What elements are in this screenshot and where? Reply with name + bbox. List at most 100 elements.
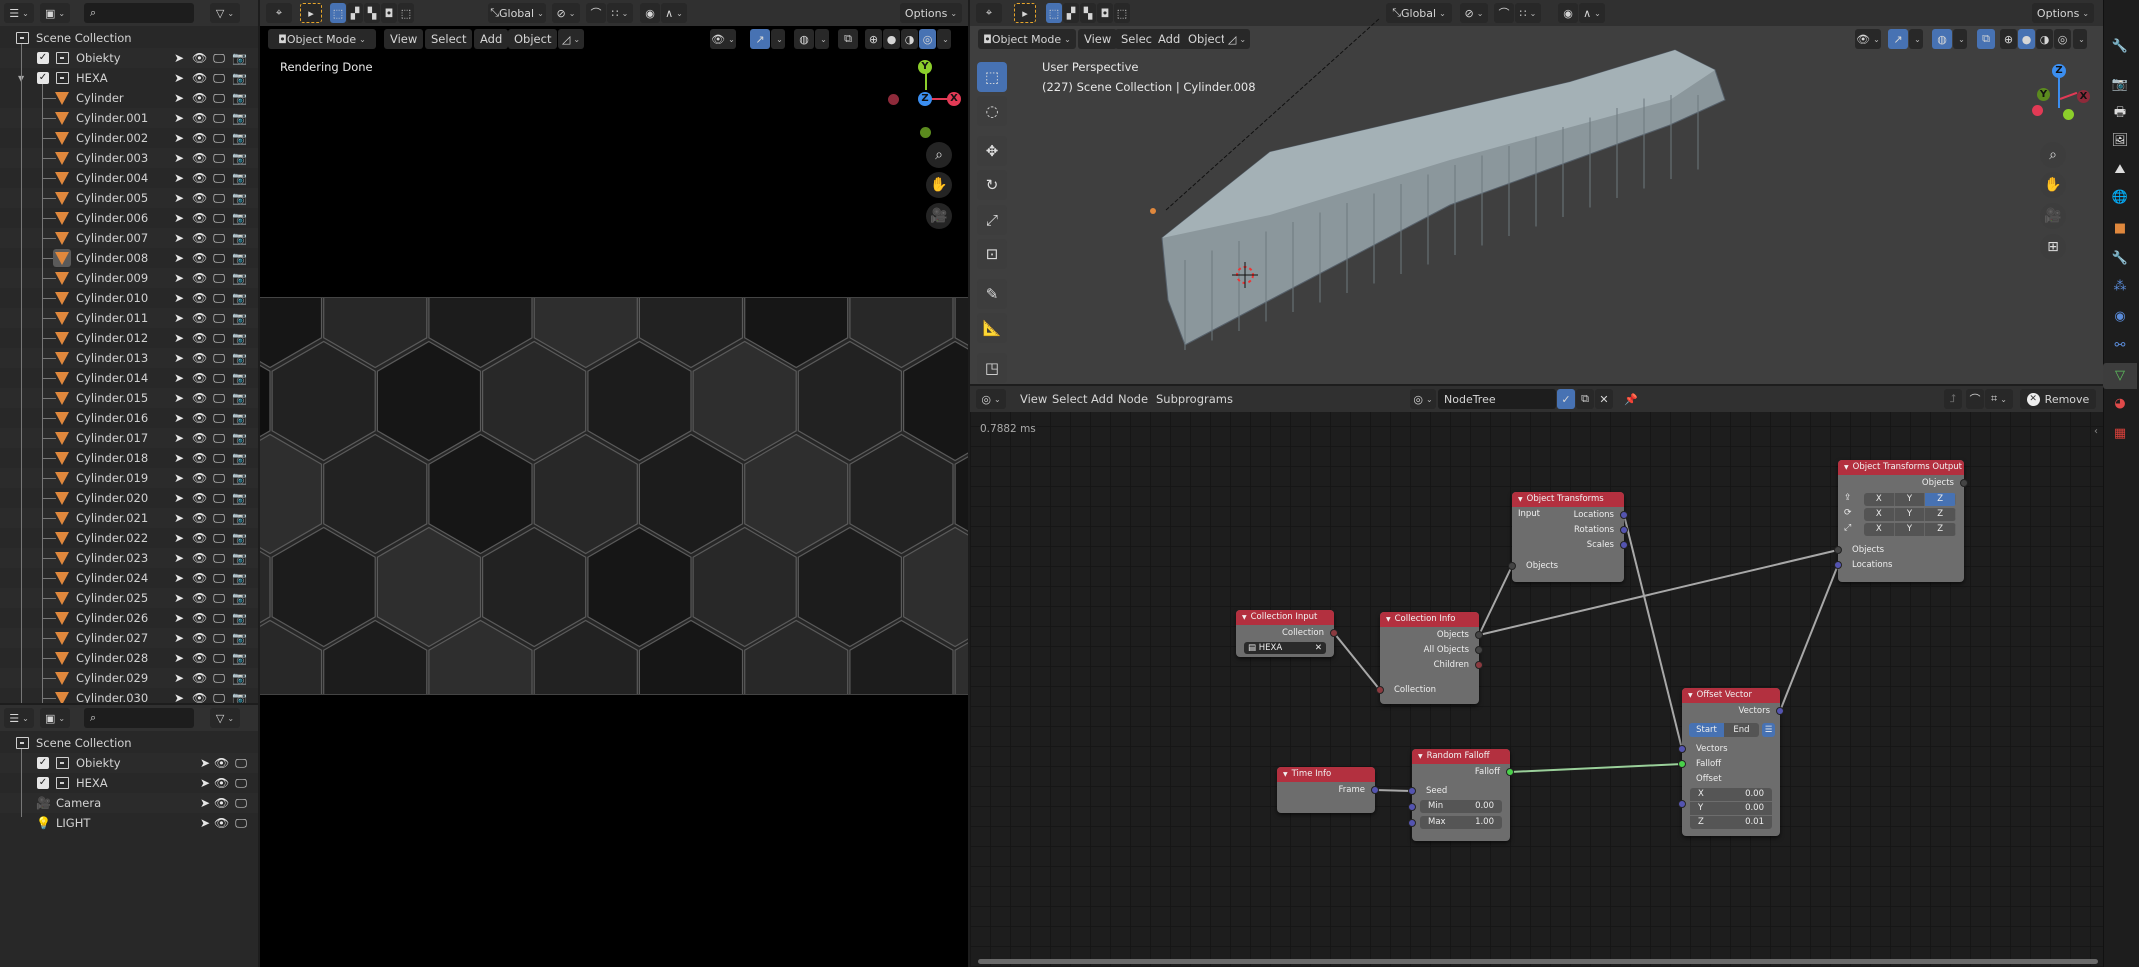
mode-toggle[interactable]: Start End xyxy=(1689,723,1759,737)
visibility-eye-icon[interactable]: 👁 xyxy=(192,211,207,225)
options-dropdown[interactable]: Options ⌄ xyxy=(900,3,962,23)
viewport-display-icon[interactable]: 🖵 xyxy=(212,231,226,246)
visibility-eye-icon[interactable]: 👁 xyxy=(192,351,207,365)
outliner-item-object[interactable]: Cylinder.018 ➤ 👁 🖵 📷 xyxy=(0,448,258,468)
outliner-item-object[interactable]: Cylinder.010 ➤ 👁 🖵 📷 xyxy=(0,288,258,308)
render-camera-icon[interactable]: 📷 xyxy=(232,151,247,165)
outliner-item-object[interactable]: Cylinder.023 ➤ 👁 🖵 📷 xyxy=(0,548,258,568)
selectable-icon[interactable]: ➤ xyxy=(172,151,186,165)
viewport-display-icon[interactable]: 🖵 xyxy=(212,291,226,306)
offset-z-field[interactable]: Z 0.01 xyxy=(1690,816,1772,829)
shading-material[interactable]: ◑ xyxy=(901,29,918,49)
camera-view-icon[interactable]: 🎥 xyxy=(926,203,952,229)
selectable-icon[interactable]: ➤ xyxy=(172,631,186,645)
outliner-item-object[interactable]: Cylinder.004 ➤ 👁 🖵 📷 xyxy=(0,168,258,188)
selectable-icon[interactable]: ➤ xyxy=(172,411,186,425)
viewport-display-icon[interactable]: 🖵 xyxy=(212,671,226,686)
camera-view-icon[interactable]: 🎥 xyxy=(2040,203,2066,229)
selectable-icon[interactable]: ➤ xyxy=(172,131,186,145)
socket-falloff-out[interactable] xyxy=(1506,768,1514,776)
transform-affect-dropdown[interactable]: ◿ ⌄ xyxy=(558,29,584,49)
outliner-item-object[interactable]: Cylinder.013 ➤ 👁 🖵 📷 xyxy=(0,348,258,368)
visibility-eye-icon[interactable]: 👁 xyxy=(214,756,229,770)
selectable-icon[interactable]: ➤ xyxy=(172,391,186,405)
render-camera-icon[interactable]: 📷 xyxy=(232,691,247,703)
outliner-item-object[interactable]: Cylinder.020 ➤ 👁 🖵 📷 xyxy=(0,488,258,508)
scale-tool[interactable]: ⤢ xyxy=(977,205,1007,235)
render-camera-icon[interactable]: 📷 xyxy=(232,191,247,205)
render-camera-icon[interactable]: 📷 xyxy=(232,451,247,465)
render-camera-icon[interactable]: 📷 xyxy=(232,311,247,325)
render-camera-icon[interactable]: 📷 xyxy=(232,391,247,405)
gizmo-z-ball[interactable]: Z xyxy=(918,92,932,106)
gizmo-x-ball[interactable]: X xyxy=(2077,90,2090,103)
measure-tool[interactable]: 📐 xyxy=(977,313,1007,343)
render-camera-icon[interactable]: 📷 xyxy=(232,91,247,105)
visibility-eye-icon[interactable]: 👁 xyxy=(192,491,207,505)
visibility-eye-icon[interactable]: 👁 xyxy=(192,311,207,325)
render-camera-icon[interactable]: 📷 xyxy=(232,631,247,645)
snap-menu-button[interactable]: ⌖ xyxy=(266,3,292,23)
selectable-icon[interactable]: ➤ xyxy=(172,211,186,225)
socket-seed-in[interactable] xyxy=(1408,787,1416,795)
outliner-item-object[interactable]: Cylinder.016 ➤ 👁 🖵 📷 xyxy=(0,408,258,428)
viewport-display-icon[interactable]: 🖵 xyxy=(212,171,226,186)
outliner-item-object[interactable]: Cylinder.002 ➤ 👁 🖵 📷 xyxy=(0,128,258,148)
viewport-display-icon[interactable]: 🖵 xyxy=(212,511,226,526)
menu-select[interactable]: Select xyxy=(425,29,473,49)
viewport-display-icon[interactable]: 🖵 xyxy=(212,531,226,546)
outliner-item-object[interactable]: Cylinder.009 ➤ 👁 🖵 📷 xyxy=(0,268,258,288)
properties-tab-constraints[interactable]: ⚯ xyxy=(2103,333,2137,359)
overlays-dropdown[interactable]: ⌄ xyxy=(815,29,829,49)
socket-max-in[interactable] xyxy=(1408,819,1416,827)
min-field[interactable]: Min 0.00 xyxy=(1420,800,1502,813)
mode-end[interactable]: End xyxy=(1724,723,1759,737)
select-mode-extend[interactable]: ▞ xyxy=(347,3,363,23)
gizmo-neg-y-ball[interactable] xyxy=(920,127,931,138)
socket-objects-in[interactable] xyxy=(1508,562,1516,570)
selectable-icon[interactable]: ➤ xyxy=(172,571,186,585)
viewport-display-icon[interactable]: 🖵 xyxy=(212,71,226,86)
viewport-display-icon[interactable]: 🖵 xyxy=(212,551,226,566)
visibility-eye-icon[interactable]: 👁 xyxy=(214,796,229,810)
visibility-eye-icon[interactable]: 👁 xyxy=(192,371,207,385)
outliner-item-object[interactable]: Cylinder.006 ➤ 👁 🖵 📷 xyxy=(0,208,258,228)
selectable-icon[interactable]: ➤ xyxy=(172,51,186,65)
render-camera-icon[interactable]: 📷 xyxy=(232,591,247,605)
outliner-item-object[interactable]: Cylinder.008 ➤ 👁 🖵 📷 xyxy=(0,248,258,268)
outliner-item-object[interactable]: Cylinder.003 ➤ 👁 🖵 📷 xyxy=(0,148,258,168)
menu-object[interactable]: Object xyxy=(508,29,558,49)
pan-hand-icon[interactable]: ✋ xyxy=(926,172,952,198)
outliner-item-object[interactable]: Cylinder.001 ➤ 👁 🖵 📷 xyxy=(0,108,258,128)
viewport-display-icon[interactable]: 🖵 xyxy=(212,571,226,586)
selectable-icon[interactable]: ➤ xyxy=(172,331,186,345)
properties-tab-data[interactable]: ▽ xyxy=(2103,363,2137,389)
selectable-icon[interactable]: ➤ xyxy=(172,71,186,85)
outliner-item-light[interactable]: 💡 LIGHT ➤ 👁 🖵 xyxy=(0,813,258,833)
outliner-item-object[interactable]: Cylinder.019 ➤ 👁 🖵 📷 xyxy=(0,468,258,488)
gizmo-neg-y-ball[interactable] xyxy=(2063,109,2074,120)
socket-all-objects-out[interactable] xyxy=(1475,646,1483,654)
viewport-display-icon[interactable]: 🖵 xyxy=(212,91,226,106)
socket-children-out[interactable] xyxy=(1475,661,1483,669)
add-cube-tool[interactable]: ◳ xyxy=(977,353,1007,383)
viewport-display-icon[interactable]: 🖵 xyxy=(212,471,226,486)
navigation-gizmo[interactable]: Z Y X xyxy=(2020,60,2100,140)
viewport-display-icon[interactable]: 🖵 xyxy=(212,111,226,126)
selectable-icon[interactable]: ➤ xyxy=(172,251,186,265)
selectable-icon[interactable]: ➤ xyxy=(172,191,186,205)
socket-rotations-out[interactable] xyxy=(1620,526,1628,534)
cursor-tool[interactable]: ◌ xyxy=(977,96,1007,126)
visibility-eye-icon[interactable]: 👁 xyxy=(192,51,207,65)
viewport-display-icon[interactable]: 🖵 xyxy=(212,371,226,386)
rotate-tool[interactable]: ↻ xyxy=(977,170,1007,200)
properties-tab-output[interactable]: 🖶 xyxy=(2103,100,2137,126)
render-camera-icon[interactable]: 📷 xyxy=(232,611,247,625)
visibility-eye-icon[interactable]: 👁 xyxy=(192,571,207,585)
visibility-eye-icon[interactable]: 👁 xyxy=(192,471,207,485)
gizmo-dropdown[interactable]: ⌄ xyxy=(771,29,785,49)
render-camera-icon[interactable]: 📷 xyxy=(232,551,247,565)
render-camera-icon[interactable]: 📷 xyxy=(232,471,247,485)
overlays-toggle[interactable]: ◍ xyxy=(794,29,814,49)
properties-tab-view-layer[interactable]: 🖼 xyxy=(2103,128,2137,154)
